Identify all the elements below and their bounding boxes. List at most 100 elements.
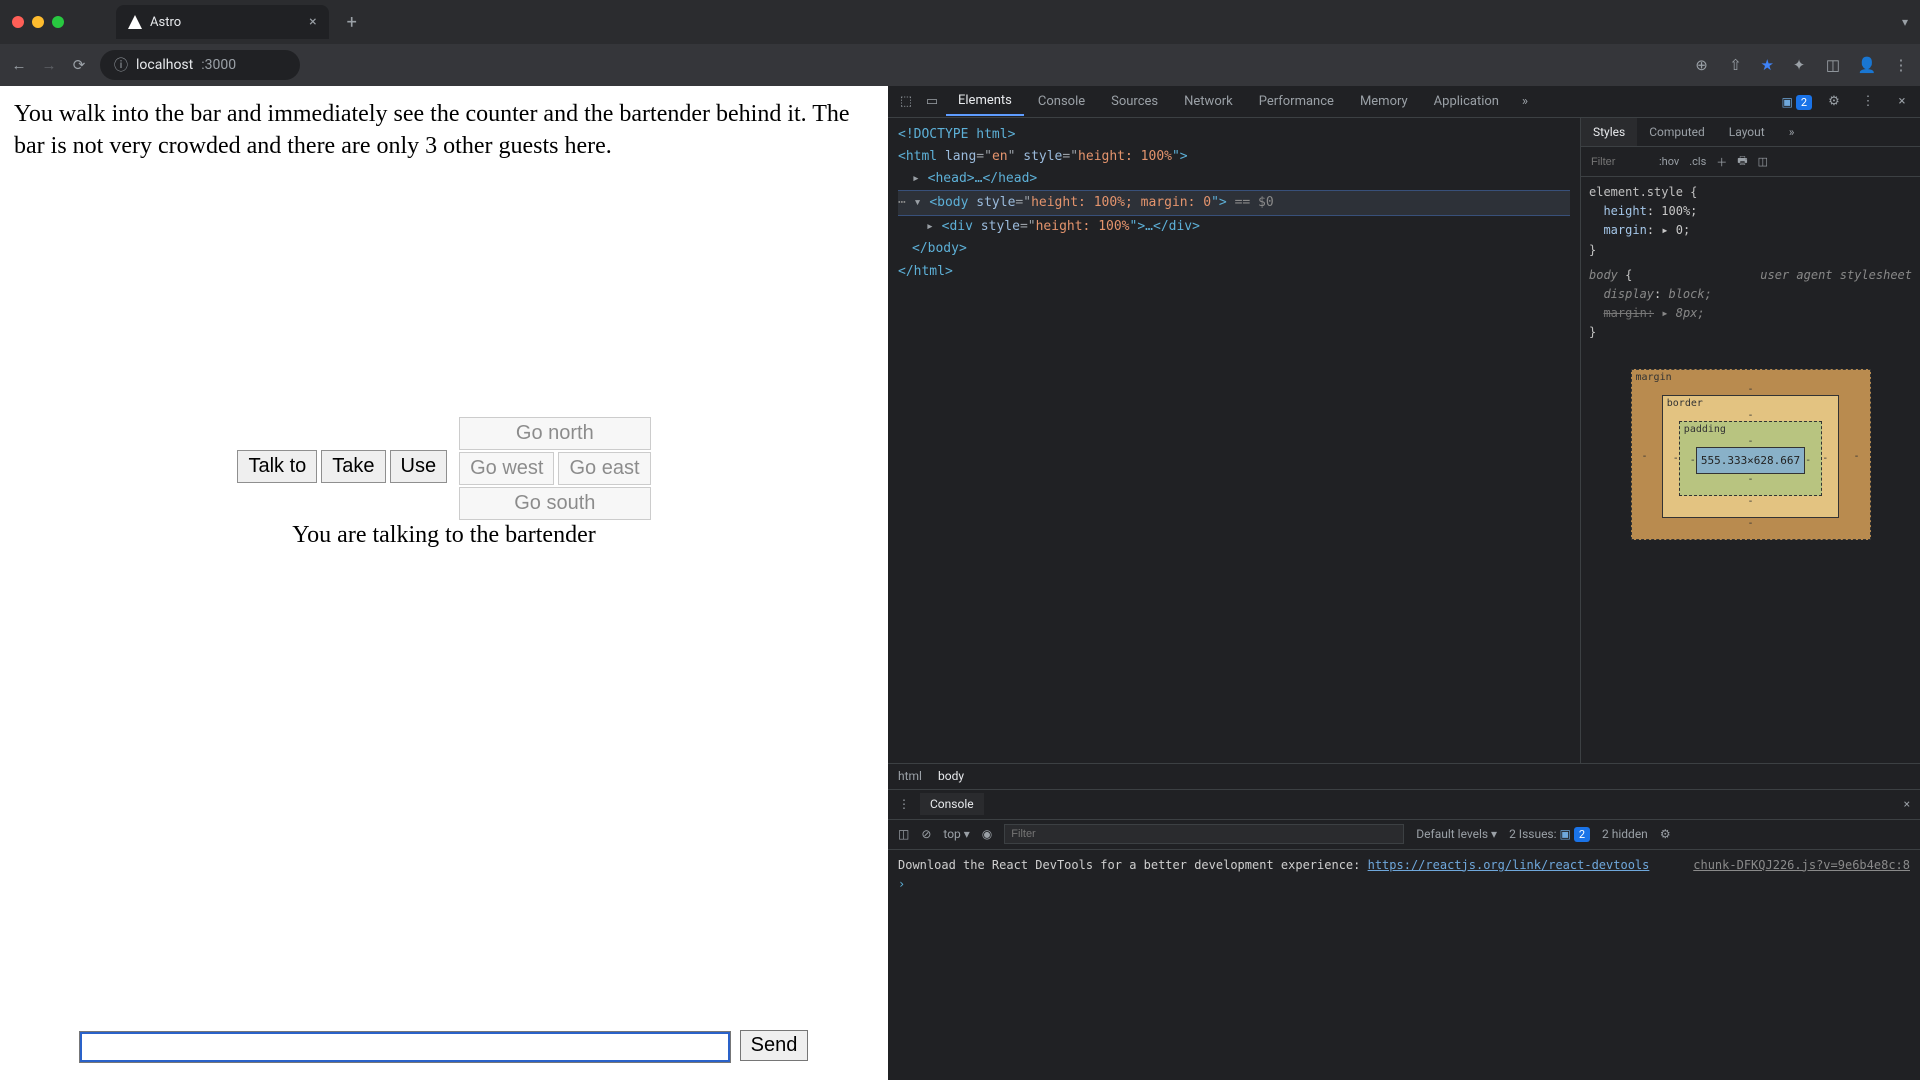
devtools-close-icon[interactable]: ×: [1890, 94, 1914, 109]
dom-line[interactable]: <!DOCTYPE html>: [898, 124, 1570, 146]
console-toolbar: ◫ ⊘ top ▾ ◉ Default levels ▾ 2 Issues: ▣…: [888, 820, 1920, 850]
tab-sources[interactable]: Sources: [1099, 88, 1170, 115]
console-source-link[interactable]: chunk-DFKQJ226.js?v=9e6b4e8c:8: [1693, 856, 1910, 875]
url-port: :3000: [201, 57, 236, 73]
console-live-expr-icon[interactable]: ◉: [982, 827, 992, 841]
tab-memory[interactable]: Memory: [1348, 88, 1420, 115]
styles-tabs: Styles Computed Layout »: [1581, 118, 1920, 147]
console-filter-input[interactable]: [1004, 824, 1404, 844]
dom-line[interactable]: </html>: [898, 261, 1570, 283]
more-styles-tabs-icon[interactable]: »: [1777, 118, 1807, 146]
close-tab-icon[interactable]: ×: [309, 14, 316, 30]
crumb-body[interactable]: body: [938, 769, 964, 783]
address-bar: ← → ⟳ ⓘ localhost :3000 ⊕ ⇧ ★ ✦ ◫ 👤 ⋮: [0, 44, 1920, 86]
use-button[interactable]: Use: [390, 450, 448, 483]
console-sidebar-icon[interactable]: ◫: [898, 827, 909, 841]
console-context[interactable]: top ▾: [943, 827, 969, 841]
status-text: You are talking to the bartender: [0, 522, 888, 549]
styles-rules[interactable]: element.style { height: 100%; margin: ▸ …: [1581, 177, 1920, 349]
profile-icon[interactable]: 👤: [1858, 56, 1876, 74]
console-settings-icon[interactable]: ⚙: [1660, 827, 1671, 841]
go-north-button[interactable]: Go north: [459, 417, 650, 450]
drawer-close-icon[interactable]: ×: [1904, 797, 1910, 811]
tab-performance[interactable]: Performance: [1247, 88, 1346, 115]
forward-icon[interactable]: →: [40, 56, 58, 74]
favicon-icon: [128, 15, 142, 29]
drawer-menu-icon[interactable]: ⋮: [898, 797, 910, 811]
new-tab-button[interactable]: +: [347, 12, 357, 33]
tab-computed[interactable]: Computed: [1637, 118, 1717, 146]
console-prompt[interactable]: ›: [898, 875, 1910, 894]
cls-toggle[interactable]: .cls: [1689, 155, 1706, 168]
console-output[interactable]: chunk-DFKQJ226.js?v=9e6b4e8c:8 Download …: [888, 850, 1920, 1080]
dom-line[interactable]: </body>: [898, 238, 1570, 260]
go-east-button[interactable]: Go east: [558, 452, 650, 485]
close-window-icon[interactable]: [12, 16, 24, 28]
minimize-window-icon[interactable]: [32, 16, 44, 28]
tab-layout[interactable]: Layout: [1717, 118, 1777, 146]
url-field[interactable]: ⓘ localhost :3000: [100, 50, 300, 80]
tab-list-icon[interactable]: ▾: [1902, 15, 1908, 29]
dom-line[interactable]: ▸ <head>…</head>: [898, 168, 1570, 190]
extensions-icon[interactable]: ✦: [1790, 56, 1808, 74]
chat-input[interactable]: [80, 1032, 730, 1062]
content-split: You walk into the bar and immediately se…: [0, 86, 1920, 1080]
narration-text: You walk into the bar and immediately se…: [0, 86, 888, 175]
titlebar: Astro × + ▾: [0, 0, 1920, 44]
devtools-menu-icon[interactable]: ⋮: [1856, 94, 1880, 109]
action-buttons: Talk to Take Use Go north Go west Go eas…: [0, 416, 888, 521]
console-link[interactable]: https://reactjs.org/link/react-devtools: [1368, 858, 1650, 872]
go-west-button[interactable]: Go west: [459, 452, 554, 485]
send-button[interactable]: Send: [740, 1030, 809, 1061]
box-model-content: 555.333×628.667: [1696, 447, 1805, 474]
url-host: localhost: [136, 57, 193, 73]
hov-toggle[interactable]: :hov: [1659, 155, 1679, 168]
console-clear-icon[interactable]: ⊘: [921, 827, 931, 841]
styles-filter-input[interactable]: [1589, 155, 1649, 169]
console-levels[interactable]: Default levels ▾: [1416, 827, 1497, 841]
share-icon[interactable]: ⇧: [1727, 56, 1745, 74]
elements-tree[interactable]: <!DOCTYPE html> <html lang="en" style="h…: [888, 118, 1580, 763]
drawer-tab-console[interactable]: Console: [920, 793, 984, 815]
back-icon[interactable]: ←: [10, 56, 28, 74]
dom-line[interactable]: <html lang="en" style="height: 100%">: [898, 146, 1570, 168]
console-issues[interactable]: 2 Issues: ▣ 2: [1509, 827, 1590, 841]
dom-line[interactable]: ▸ <div style="height: 100%">…</div>: [898, 216, 1570, 238]
reload-icon[interactable]: ⟳: [70, 56, 88, 74]
tab-console[interactable]: Console: [1026, 88, 1097, 115]
styles-pane-toggle-icon[interactable]: ◫: [1758, 155, 1768, 168]
tab-styles[interactable]: Styles: [1581, 118, 1637, 146]
issues-chip[interactable]: ▣ 2: [1781, 95, 1812, 109]
devtools-main: <!DOCTYPE html> <html lang="en" style="h…: [888, 118, 1920, 763]
chat-bar: Send: [0, 1030, 888, 1062]
zoom-icon[interactable]: ⊕: [1693, 56, 1711, 74]
talk-to-button[interactable]: Talk to: [237, 450, 317, 483]
page-content: You walk into the bar and immediately se…: [0, 86, 888, 1080]
new-style-rule-icon[interactable]: ＋: [1716, 154, 1727, 170]
tab-elements[interactable]: Elements: [946, 87, 1024, 116]
crumb-html[interactable]: html: [898, 769, 922, 783]
breadcrumb[interactable]: html body: [888, 763, 1920, 789]
devtools-tabs: ⬚ ▭ Elements Console Sources Network Per…: [888, 86, 1920, 118]
styles-print-icon[interactable]: 🖶: [1737, 152, 1747, 171]
tab-application[interactable]: Application: [1422, 88, 1511, 115]
styles-pane: Styles Computed Layout » :hov .cls ＋ 🖶 ◫: [1580, 118, 1920, 763]
browser-tab[interactable]: Astro ×: [116, 5, 329, 39]
take-button[interactable]: Take: [321, 450, 385, 483]
console-hidden[interactable]: 2 hidden: [1602, 827, 1648, 841]
zoom-window-icon[interactable]: [52, 16, 64, 28]
dom-line-selected[interactable]: ⋯ ▾ <body style="height: 100%; margin: 0…: [898, 190, 1570, 216]
bookmark-star-icon[interactable]: ★: [1761, 56, 1774, 74]
settings-icon[interactable]: ⚙: [1822, 94, 1846, 109]
device-toolbar-icon[interactable]: ▭: [920, 94, 944, 109]
site-info-icon[interactable]: ⓘ: [114, 55, 128, 75]
styles-filter-bar: :hov .cls ＋ 🖶 ◫: [1581, 147, 1920, 177]
box-model[interactable]: margin - - border - - padding - -: [1631, 369, 1871, 540]
browser-window: Astro × + ▾ ← → ⟳ ⓘ localhost :3000 ⊕ ⇧ ★…: [0, 0, 1920, 1080]
inspect-icon[interactable]: ⬚: [894, 94, 918, 109]
go-south-button[interactable]: Go south: [459, 487, 650, 520]
sidepanel-icon[interactable]: ◫: [1824, 56, 1842, 74]
menu-icon[interactable]: ⋮: [1892, 56, 1910, 74]
tab-network[interactable]: Network: [1172, 88, 1245, 115]
more-tabs-icon[interactable]: »: [1513, 94, 1537, 109]
